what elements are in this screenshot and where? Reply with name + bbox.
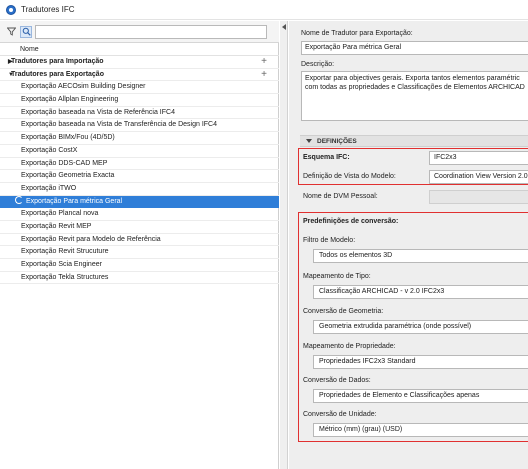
- description-line: Exportar para objectives gerais. Exporta…: [305, 75, 520, 82]
- list-item[interactable]: Exportação Tekla Structures: [0, 272, 279, 285]
- add-translator-icon[interactable]: +: [261, 69, 267, 82]
- property-mapping-select[interactable]: Propriedades IFC2x3 Standard: [313, 355, 528, 369]
- unit-conversion-label: Conversão de Unidade:: [303, 411, 377, 418]
- expanded-arrow-icon[interactable]: ▼: [8, 69, 14, 82]
- section-title: DEFINIÇÕES: [317, 138, 357, 145]
- group-label: Tradutores para Exportação: [11, 70, 104, 78]
- translator-tree: Nome ▶ Tradutores para Importação + ▼ Tr…: [0, 44, 279, 285]
- search-input[interactable]: [35, 24, 267, 39]
- data-conversion-label: Conversão de Dados:: [303, 377, 371, 384]
- panel-splitter[interactable]: [280, 21, 288, 469]
- list-item[interactable]: Exportação baseada na Vista de Transferê…: [0, 119, 279, 133]
- add-translator-icon[interactable]: +: [261, 56, 267, 69]
- description-label: Descrição:: [301, 61, 335, 68]
- settings-section-header[interactable]: DEFINIÇÕES: [300, 135, 528, 147]
- list-item[interactable]: Exportação Allplan Engineering: [0, 94, 279, 107]
- list-item[interactable]: Exportação Revit Strucuture: [0, 246, 279, 259]
- list-item[interactable]: Exportação Revit MEP: [0, 221, 279, 234]
- ifc-schema-label: Esquema IFC:: [303, 154, 350, 161]
- collapsed-arrow-icon[interactable]: ▶: [8, 56, 13, 69]
- conversion-presets-title: Predefinições de conversão:: [303, 218, 399, 225]
- list-item[interactable]: Exportação baseada na Vista de Referênci…: [0, 107, 279, 120]
- model-view-definition-label: Definição de Vista do Modelo:: [303, 173, 396, 180]
- window-title: Tradutores IFC: [21, 5, 75, 14]
- type-mapping-select[interactable]: Classificação ARCHICAD - v 2.0 IFC2x3: [313, 285, 528, 299]
- model-filter-label: Filtro de Modelo:: [303, 237, 356, 244]
- list-item[interactable]: Exportação Scia Engineer: [0, 259, 279, 272]
- default-translator-icon: [15, 195, 23, 204]
- unit-conversion-select[interactable]: Métrico (mm) (grau) (USD): [313, 423, 528, 437]
- translator-list-panel: Nome ▶ Tradutores para Importação + ▼ Tr…: [0, 21, 279, 469]
- list-item[interactable]: Exportação CostX: [0, 145, 279, 158]
- list-item[interactable]: Exportação Revit para Modelo de Referênc…: [0, 234, 279, 247]
- translator-details-panel: Nome de Tradutor para Exportação: Export…: [289, 21, 528, 469]
- list-item-selected[interactable]: Exportação Para métrica Geral: [0, 195, 279, 209]
- translator-name-label: Nome de Tradutor para Exportação:: [301, 30, 413, 37]
- model-filter-select[interactable]: Todos os elementos 3D: [313, 249, 528, 263]
- model-view-definition-select[interactable]: Coordination View Version 2.0: [429, 170, 528, 184]
- search-icon[interactable]: [20, 25, 32, 38]
- group-label: Tradutores para Importação: [11, 58, 104, 65]
- column-header-name[interactable]: Nome: [0, 44, 279, 56]
- app-icon: [6, 4, 16, 15]
- description-line: com todas as propriedades e Classificaçõ…: [305, 84, 525, 91]
- group-import-translators[interactable]: ▶ Tradutores para Importação +: [0, 56, 279, 69]
- list-item[interactable]: Exportação Plancal nova: [0, 208, 279, 221]
- custom-mvd-name-label: Nome de DVM Pessoal:: [303, 193, 378, 200]
- list-item[interactable]: Exportação BIMx/Fou (4D/5D): [0, 132, 279, 145]
- data-conversion-select[interactable]: Propriedades de Elemento e Classificaçõe…: [313, 389, 528, 403]
- list-item[interactable]: Exportação iTWO: [0, 183, 279, 196]
- search-bar: [0, 21, 279, 43]
- description-field[interactable]: Exportar para objectives gerais. Exporta…: [301, 71, 528, 121]
- geometry-conversion-select[interactable]: Geometria extrudida paramétrica (onde po…: [313, 320, 528, 334]
- property-mapping-label: Mapeamento de Propriedade:: [303, 343, 396, 350]
- list-item[interactable]: Exportação AECOsim Building Designer: [0, 81, 279, 95]
- list-item[interactable]: Exportação DDS-CAD MEP: [0, 158, 279, 171]
- custom-mvd-name-field: [429, 190, 528, 204]
- window-titlebar: Tradutores IFC: [0, 0, 528, 20]
- ifc-schema-select[interactable]: IFC2x3: [429, 151, 528, 165]
- collapse-panel-icon[interactable]: [282, 24, 286, 30]
- filter-icon[interactable]: [6, 27, 16, 37]
- list-item[interactable]: Exportação Geometria Exacta: [0, 170, 279, 183]
- translator-name-field[interactable]: Exportação Para métrica Geral: [301, 41, 528, 55]
- list-item-label: Exportação Para métrica Geral: [26, 197, 123, 205]
- type-mapping-label: Mapeamento de Tipo:: [303, 273, 371, 280]
- group-export-translators[interactable]: ▼ Tradutores para Exportação +: [0, 69, 279, 82]
- geometry-conversion-label: Conversão de Geometria:: [303, 308, 384, 315]
- expand-arrow-icon[interactable]: [306, 139, 312, 143]
